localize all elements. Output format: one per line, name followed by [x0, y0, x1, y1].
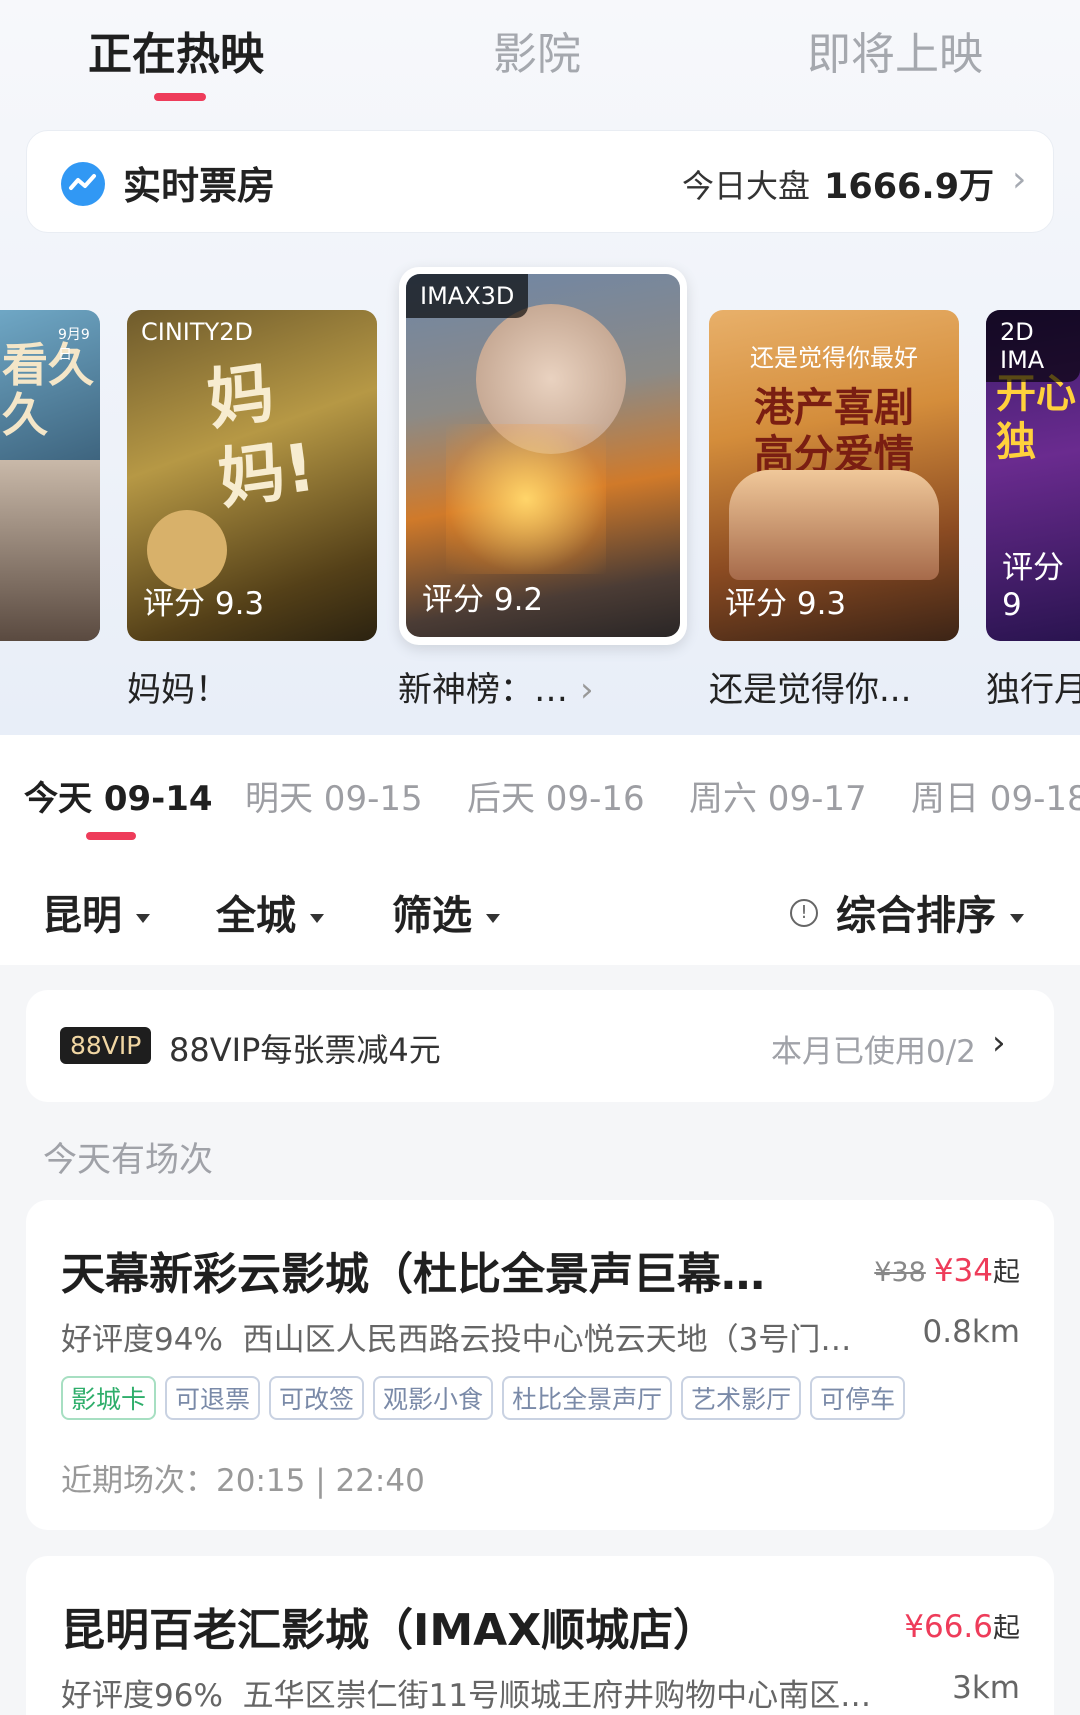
date-tab-4[interactable]: 周日 09-18	[911, 771, 1080, 820]
caret-down-icon	[136, 913, 150, 923]
boxoffice-value: 1666.9万	[824, 167, 995, 207]
boxoffice-title: 实时票房	[123, 164, 276, 208]
cinema-tags: 影城卡 可退票 可改签 观影小食 杜比全景声厅 艺术影厅 可停车	[61, 1376, 906, 1420]
rating-text: 评分 9.3	[725, 586, 847, 622]
price: ¥66.6起	[904, 1606, 1020, 1645]
old-price: ¥38	[874, 1257, 926, 1288]
movie-title-text: 新神榜：…	[398, 670, 568, 710]
tag: 可改签	[269, 1376, 365, 1420]
poster-art-text: 开心 独	[996, 371, 1076, 465]
price-suffix: 起	[993, 1257, 1020, 1288]
cinema-rating: 好评度96%	[61, 1678, 223, 1714]
city-dropdown[interactable]: 昆明	[42, 883, 150, 941]
rating-text: 评分 9	[1002, 550, 1064, 623]
tab-coming-soon[interactable]: 即将上映	[807, 18, 983, 82]
cinema-rating: 好评度94%	[61, 1322, 223, 1358]
date-selector: 今天 09-14 明天 09-15 后天 09-16 周六 09-17 周日 0…	[0, 735, 1080, 853]
date-indicator	[86, 832, 136, 840]
poster-fire-effect	[446, 424, 606, 574]
boxoffice-label: 今日大盘	[682, 167, 811, 205]
poster-date-text: 9月9日	[58, 327, 90, 363]
section-label: 今天有场次	[43, 1140, 213, 1180]
tag: 可停车	[810, 1376, 906, 1420]
tag: 观影小食	[373, 1376, 494, 1420]
tab-indicator	[154, 93, 206, 101]
tag: 影城卡	[61, 1376, 157, 1420]
price-suffix: 起	[993, 1613, 1020, 1644]
chevron-right-icon: ›	[992, 1023, 1006, 1063]
movie-poster-4[interactable]: 开心 独 2D IMA 评分 9	[986, 310, 1080, 641]
format-badge: 2D IMA	[986, 310, 1080, 382]
chevron-right-icon: ›	[1012, 159, 1027, 200]
cinema-name: 昆明百老汇影城（IMAX顺城店）	[61, 1605, 718, 1656]
date-tab-2[interactable]: 后天 09-16	[467, 771, 645, 820]
cinema-card-1[interactable]: 昆明百老汇影城（IMAX顺城店） ¥66.6起 好评度96% 五华区崇仁街11号…	[26, 1556, 1054, 1715]
movie-title-2[interactable]: 新神榜：… ›	[398, 662, 594, 711]
format-badge: IMAX3D	[406, 274, 529, 318]
rating-text: 评分 9.3	[143, 586, 265, 622]
sort-dropdown[interactable]: 综合排序	[836, 883, 1024, 941]
price: ¥38 ¥34起	[874, 1250, 1020, 1289]
date-tab-0[interactable]: 今天 09-14	[24, 771, 213, 820]
date-tab-1[interactable]: 明天 09-15	[245, 771, 423, 820]
filter-bar: 昆明 全城 筛选 ! 综合排序	[0, 853, 1080, 965]
format-badge: CINITY2D	[141, 318, 253, 346]
current-price: ¥34	[933, 1253, 993, 1289]
cinema-distance: 3km	[952, 1670, 1020, 1706]
poster-image	[0, 460, 100, 641]
rating-text: 评分 9.2	[422, 582, 544, 618]
tag: 可退票	[165, 1376, 261, 1420]
recent-showtimes: 近期场次：20:15 | 22:40	[61, 1463, 425, 1499]
top-section: 正在热映 影院 即将上映 实时票房 今日大盘 1666.9万 › 看久久 9月9…	[0, 0, 1080, 735]
cinema-name: 天幕新彩云影城（杜比全景声巨幕…	[61, 1249, 765, 1300]
caret-down-icon	[1010, 913, 1024, 923]
chart-trend-icon	[61, 162, 105, 206]
tag: 杜比全景声厅	[502, 1376, 673, 1420]
tab-now-showing[interactable]: 正在热映	[88, 18, 264, 82]
caret-down-icon	[310, 913, 324, 923]
cinema-meta: 好评度94% 西山区人民西路云投中心悦云天地（3号门…	[61, 1314, 851, 1359]
info-icon[interactable]: !	[790, 899, 818, 927]
chevron-right-icon: ›	[580, 670, 594, 710]
city-label: 昆明	[42, 893, 122, 939]
poster-art-text: 还是觉得你最好	[750, 344, 918, 372]
vip-badge: 88VIP	[60, 1027, 152, 1064]
tag: 艺术影厅	[681, 1376, 802, 1420]
cinema-distance: 0.8km	[922, 1314, 1020, 1350]
date-tab-3[interactable]: 周六 09-17	[689, 771, 867, 820]
filter-dropdown[interactable]: 筛选	[392, 883, 500, 941]
poster-image	[729, 470, 939, 580]
movie-poster-0[interactable]: 看久久 9月9日	[0, 310, 100, 641]
caret-down-icon	[486, 913, 500, 923]
sort-label: 综合排序	[836, 893, 996, 939]
cinema-address: 西山区人民西路云投中心悦云天地（3号门…	[242, 1322, 852, 1358]
movie-poster-3[interactable]: 还是觉得你最好 港产喜剧 高分爱情 评分 9.3	[709, 310, 959, 641]
movie-poster-1[interactable]: 妈妈! CINITY2D 评分 9.3	[127, 310, 377, 641]
poster-art-text: 妈妈!	[202, 353, 320, 519]
vip-usage: 本月已使用0/2	[771, 1034, 976, 1070]
tab-cinemas[interactable]: 影院	[493, 18, 581, 82]
movie-title-4[interactable]: 独行月	[986, 662, 1080, 711]
movie-title-3[interactable]: 还是觉得你...	[709, 662, 911, 711]
cinema-meta: 好评度96% 五华区崇仁街11号顺城王府井购物中心南区…	[61, 1670, 871, 1715]
movie-title-1[interactable]: 妈妈！	[127, 662, 229, 711]
area-dropdown[interactable]: 全城	[216, 883, 324, 941]
vip-discount-banner[interactable]: 88VIP 88VIP每张票减4元 本月已使用0/2 ›	[26, 990, 1054, 1102]
main-tabs: 正在热映 影院 即将上映	[0, 0, 1080, 110]
vip-text: 88VIP每张票减4元	[169, 1031, 441, 1069]
cinema-card-0[interactable]: 天幕新彩云影城（杜比全景声巨幕… ¥38 ¥34起 好评度94% 西山区人民西路云…	[26, 1200, 1054, 1530]
movie-poster-2[interactable]: IMAX3D 评分 9.2	[406, 274, 680, 637]
cinema-address: 五华区崇仁街11号顺城王府井购物中心南区…	[242, 1678, 872, 1714]
realtime-boxoffice-bar[interactable]: 实时票房 今日大盘 1666.9万 ›	[26, 130, 1054, 233]
filter-label: 筛选	[392, 893, 472, 939]
area-label: 全城	[216, 893, 296, 939]
current-price: ¥66.6	[904, 1609, 993, 1645]
